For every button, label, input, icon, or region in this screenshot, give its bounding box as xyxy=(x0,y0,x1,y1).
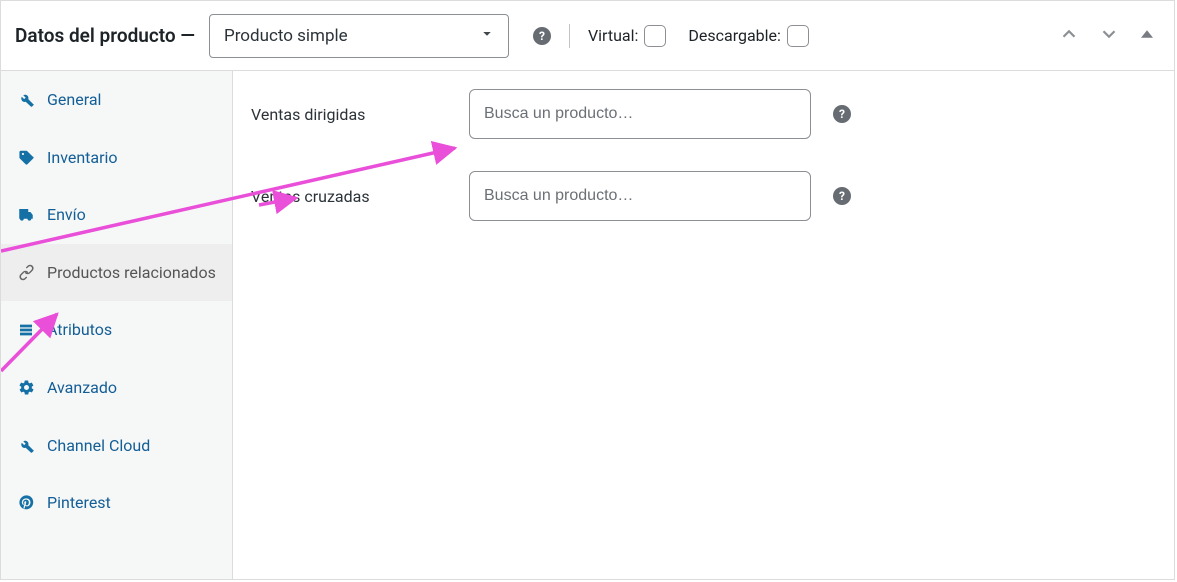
section-down-icon[interactable] xyxy=(1094,19,1124,53)
sidebar-item-channel-cloud[interactable]: Channel Cloud xyxy=(1,417,232,475)
sidebar-item-pinterest[interactable]: Pinterest xyxy=(1,474,232,532)
divider xyxy=(569,24,570,48)
panel-body: General Inventario Envío Productos relac… xyxy=(1,71,1174,579)
virtual-label: Virtual: xyxy=(588,26,638,45)
product-type-value: Producto simple xyxy=(224,26,348,46)
panel-controls xyxy=(1054,19,1160,53)
list-icon xyxy=(17,321,35,339)
sidebar-item-label: Atributos xyxy=(47,319,112,341)
wrench-icon xyxy=(17,436,35,454)
section-up-icon[interactable] xyxy=(1054,19,1084,53)
product-data-tabs: General Inventario Envío Productos relac… xyxy=(1,71,233,579)
pinterest-icon xyxy=(17,494,35,512)
related-products-panel: Ventas dirigidas ? Ventas cruzadas ? xyxy=(233,71,1174,579)
product-data-panel: Datos del producto — Producto simple ? V… xyxy=(0,0,1175,580)
downloadable-row: Descargable: xyxy=(688,25,809,47)
chevron-down-icon xyxy=(478,24,496,47)
gear-icon xyxy=(17,379,35,397)
virtual-row: Virtual: xyxy=(588,25,666,47)
upsells-label: Ventas dirigidas xyxy=(251,105,469,124)
sidebar-item-label: Productos relacionados xyxy=(47,262,216,284)
product-type-select[interactable]: Producto simple xyxy=(209,14,509,58)
upsells-input[interactable] xyxy=(469,89,811,139)
wrench-icon xyxy=(17,91,35,109)
panel-title: Datos del producto — xyxy=(15,24,195,47)
tag-icon xyxy=(17,148,35,166)
cross-sells-label: Ventas cruzadas xyxy=(251,187,469,206)
truck-icon xyxy=(17,206,35,224)
sidebar-item-label: General xyxy=(47,89,101,111)
sidebar-item-shipping[interactable]: Envío xyxy=(1,186,232,244)
sidebar-item-related-products[interactable]: Productos relacionados xyxy=(1,244,232,302)
sidebar-item-advanced[interactable]: Avanzado xyxy=(1,359,232,417)
sidebar-item-label: Inventario xyxy=(47,147,118,169)
sidebar-item-inventory[interactable]: Inventario xyxy=(1,129,232,187)
sidebar-item-label: Pinterest xyxy=(47,492,111,514)
sidebar-item-general[interactable]: General xyxy=(1,71,232,129)
help-icon[interactable]: ? xyxy=(833,105,851,123)
downloadable-checkbox[interactable] xyxy=(787,25,809,47)
collapse-panel-icon[interactable] xyxy=(1134,21,1160,51)
help-icon[interactable]: ? xyxy=(533,27,551,45)
sidebar-item-label: Avanzado xyxy=(47,377,117,399)
sidebar-item-label: Envío xyxy=(47,204,86,226)
cross-sells-row: Ventas cruzadas ? xyxy=(251,171,1156,221)
virtual-checkbox[interactable] xyxy=(644,25,666,47)
upsells-row: Ventas dirigidas ? xyxy=(251,89,1156,139)
sidebar-item-label: Channel Cloud xyxy=(47,435,150,457)
panel-header: Datos del producto — Producto simple ? V… xyxy=(1,1,1174,71)
sidebar-item-attributes[interactable]: Atributos xyxy=(1,301,232,359)
help-icon[interactable]: ? xyxy=(833,187,851,205)
cross-sells-input[interactable] xyxy=(469,171,811,221)
link-icon xyxy=(17,264,35,282)
downloadable-label: Descargable: xyxy=(688,26,781,45)
